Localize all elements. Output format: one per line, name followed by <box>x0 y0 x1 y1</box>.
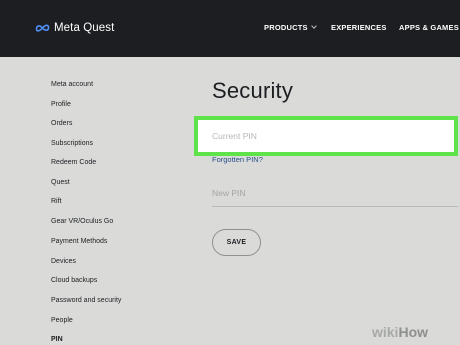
sidebar-item-profile[interactable]: Profile <box>51 101 71 108</box>
watermark-how: How <box>398 323 429 340</box>
meta-quest-logo[interactable]: Meta Quest <box>35 20 114 36</box>
save-button[interactable]: SAVE <box>212 229 261 256</box>
nav-products[interactable]: PRODUCTS <box>264 23 317 32</box>
sidebar-item-devices[interactable]: Devices <box>51 258 76 265</box>
sidebar-item-pin[interactable]: PIN <box>51 336 63 343</box>
sidebar-item-payment-methods[interactable]: Payment Methods <box>51 238 107 245</box>
nav-products-label: PRODUCTS <box>264 23 308 32</box>
new-pin-input[interactable] <box>212 179 458 207</box>
sidebar-item-orders[interactable]: Orders <box>51 120 72 127</box>
top-navigation-bar: Meta Quest PRODUCTS EXPERIENCES APPS & G… <box>0 0 460 57</box>
sidebar-item-subscriptions[interactable]: Subscriptions <box>51 140 93 147</box>
sidebar-item-meta-account[interactable]: Meta account <box>51 81 93 88</box>
meta-infinity-icon <box>35 24 50 32</box>
sidebar-item-cloud-backups[interactable]: Cloud backups <box>51 277 97 284</box>
nav-experiences[interactable]: EXPERIENCES <box>331 23 387 32</box>
sidebar-item-password-security[interactable]: Password and security <box>51 297 121 304</box>
sidebar-item-people[interactable]: People <box>51 317 73 324</box>
current-pin-input[interactable] <box>198 120 454 152</box>
watermark-wiki: wiki <box>371 323 399 340</box>
forgotten-pin-link[interactable]: Forgotten PIN? <box>212 155 263 164</box>
sidebar-item-redeem-code[interactable]: Redeem Code <box>51 159 96 166</box>
chevron-down-icon <box>310 23 317 29</box>
page-title: Security <box>212 78 294 103</box>
sidebar-item-gear-vr[interactable]: Gear VR/Oculus Go <box>51 218 113 225</box>
wikihow-watermark: wiki How <box>340 318 460 345</box>
sidebar-item-rift[interactable]: Rift <box>51 198 62 205</box>
sidebar-item-quest[interactable]: Quest <box>51 179 70 186</box>
nav-apps-games[interactable]: APPS & GAMES <box>399 23 459 32</box>
logo-text: Meta Quest <box>54 22 115 34</box>
current-pin-highlight <box>194 116 458 156</box>
